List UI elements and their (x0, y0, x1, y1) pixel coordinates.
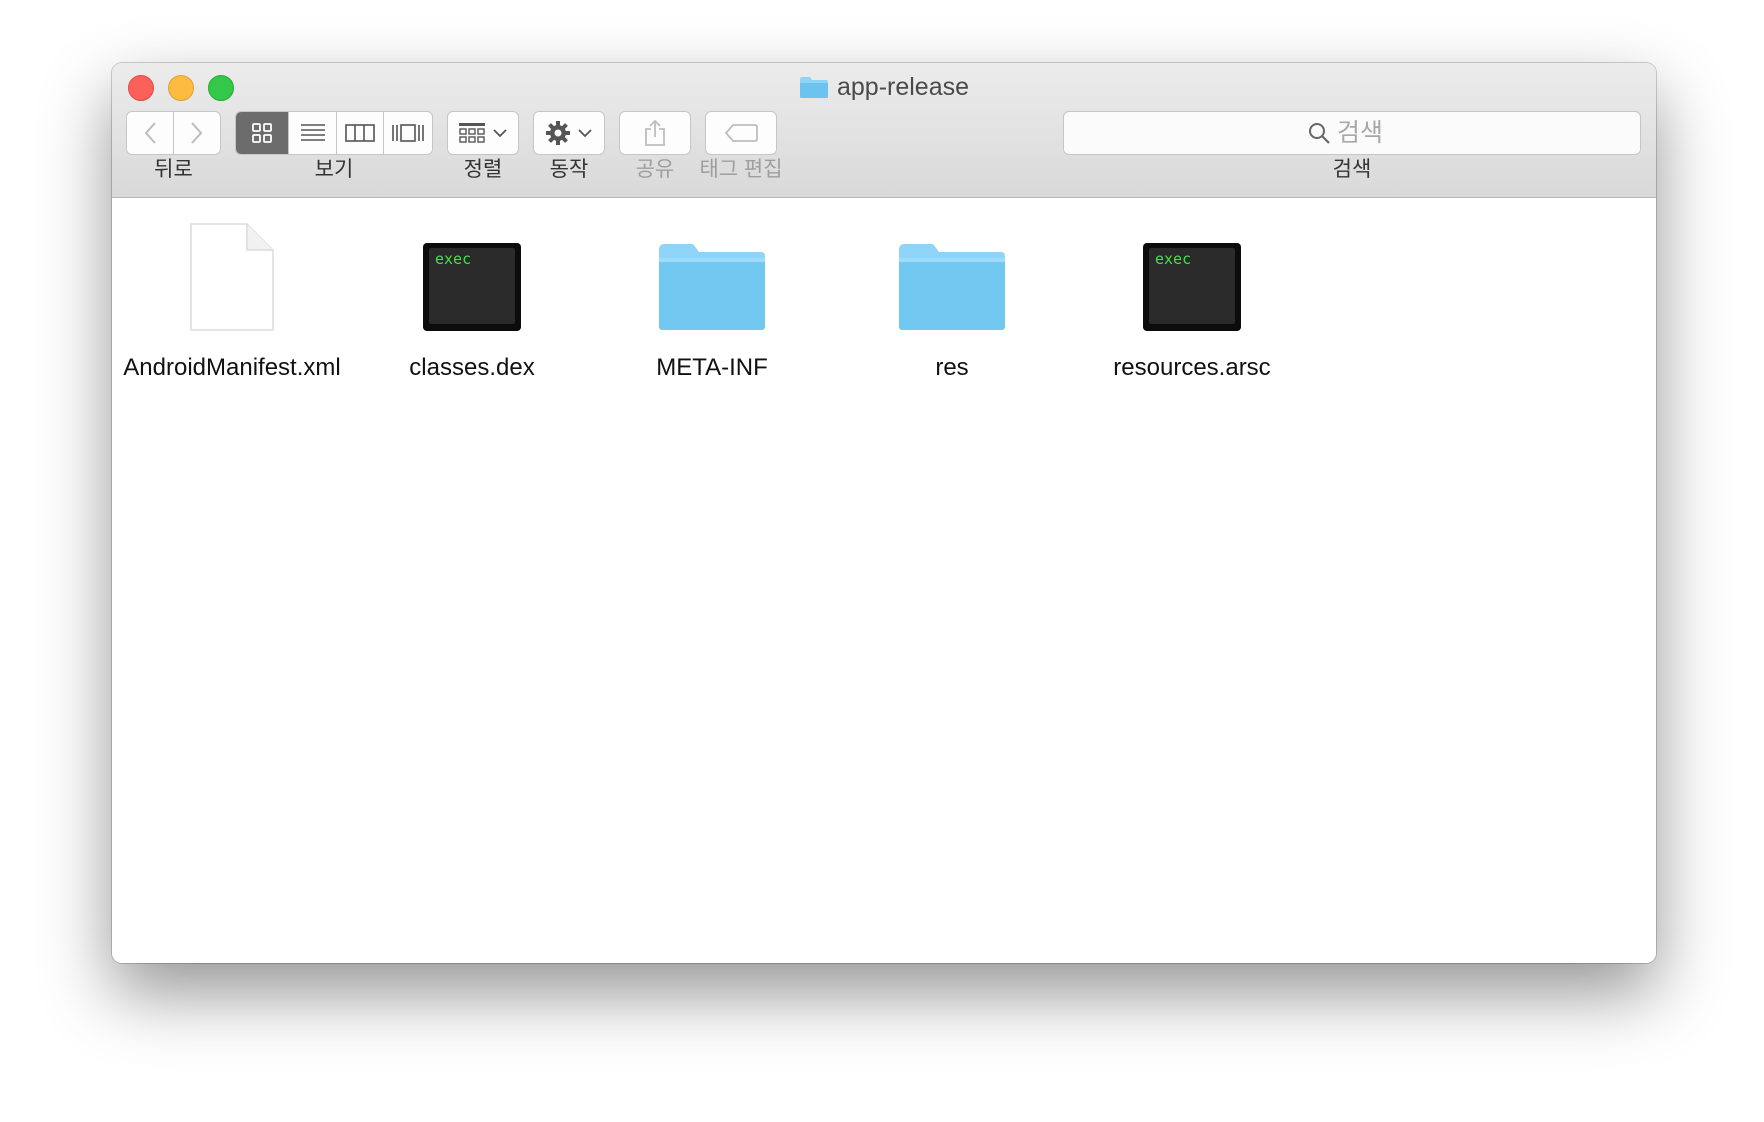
list-icon (300, 124, 325, 141)
file-item[interactable]: META-INF (592, 212, 832, 384)
finder-window: app-release 뒤로 보기 정렬 동작 공유 태그 편집 검색 검색 A… (112, 63, 1656, 963)
icon-grid-icon (252, 123, 273, 143)
icon-view-button[interactable] (236, 112, 290, 154)
share-label: 공유 (635, 158, 675, 181)
share-button-content (620, 112, 690, 154)
search-label: 검색 (1332, 158, 1372, 181)
share-icon (645, 119, 665, 146)
file-icon-wrap (897, 212, 1007, 332)
arrange-label: 정렬 (463, 158, 503, 181)
title-bar: app-release 뒤로 보기 정렬 동작 공유 태그 편집 검색 검색 (112, 63, 1656, 198)
cover-flow-view-button[interactable] (384, 112, 432, 154)
gear-icon (546, 121, 570, 145)
search-icon (1309, 123, 1330, 144)
tag-icon (724, 124, 758, 142)
chevron-down-icon (493, 129, 507, 138)
back-forward-control (126, 111, 221, 155)
file-name: classes.dex (409, 354, 535, 381)
search-field[interactable] (1063, 111, 1641, 155)
document-icon (190, 223, 274, 331)
search-input[interactable] (1337, 118, 1397, 148)
folder-icon (899, 244, 1005, 330)
file-name: AndroidManifest.xml (123, 354, 341, 381)
folder-icon (659, 244, 765, 330)
exec-badge: exec (1155, 250, 1191, 268)
exec-badge: exec (435, 250, 471, 268)
window-title-text: app-release (836, 73, 970, 101)
file-item[interactable]: res (832, 212, 1072, 384)
file-name: META-INF (656, 354, 768, 381)
file-icon-wrap: exec (1142, 212, 1242, 332)
edit-tags-button-content (706, 112, 776, 154)
chevron-down-icon (578, 129, 592, 138)
chevron-right-icon (191, 122, 203, 144)
file-item[interactable]: AndroidManifest.xml (112, 212, 352, 384)
forward-button[interactable] (174, 112, 220, 154)
list-view-button[interactable] (289, 112, 337, 154)
cover-flow-icon (392, 124, 425, 142)
file-browser: AndroidManifest.xml exec classes.dex MET… (112, 198, 1656, 963)
view-mode-control (235, 111, 433, 155)
window-title: app-release (112, 71, 1656, 107)
view-label: 보기 (314, 158, 354, 181)
back-button[interactable] (127, 112, 174, 154)
folder-icon (799, 75, 829, 107)
arrange-button-content (448, 112, 518, 154)
share-button[interactable] (619, 111, 691, 155)
columns-icon (345, 124, 376, 142)
file-name: resources.arsc (1113, 354, 1271, 381)
edit-tags-label: 태그 편집 (699, 158, 783, 181)
exec-terminal-icon: exec (423, 243, 521, 331)
action-button-content (534, 112, 604, 154)
arrange-button[interactable] (447, 111, 519, 155)
back-label: 뒤로 (154, 158, 193, 181)
column-view-button[interactable] (337, 112, 385, 154)
file-name: res (935, 354, 969, 381)
file-item[interactable]: exec resources.arsc (1072, 212, 1312, 384)
file-icon-wrap (657, 212, 767, 332)
exec-terminal-icon: exec (1143, 243, 1241, 331)
file-icon-wrap (189, 212, 275, 332)
file-icon-wrap: exec (422, 212, 522, 332)
edit-tags-button[interactable] (705, 111, 777, 155)
chevron-left-icon (144, 122, 156, 144)
file-item[interactable]: exec classes.dex (352, 212, 592, 384)
action-button[interactable] (533, 111, 605, 155)
action-label: 동작 (549, 158, 589, 181)
arrange-grid-icon (459, 123, 485, 143)
